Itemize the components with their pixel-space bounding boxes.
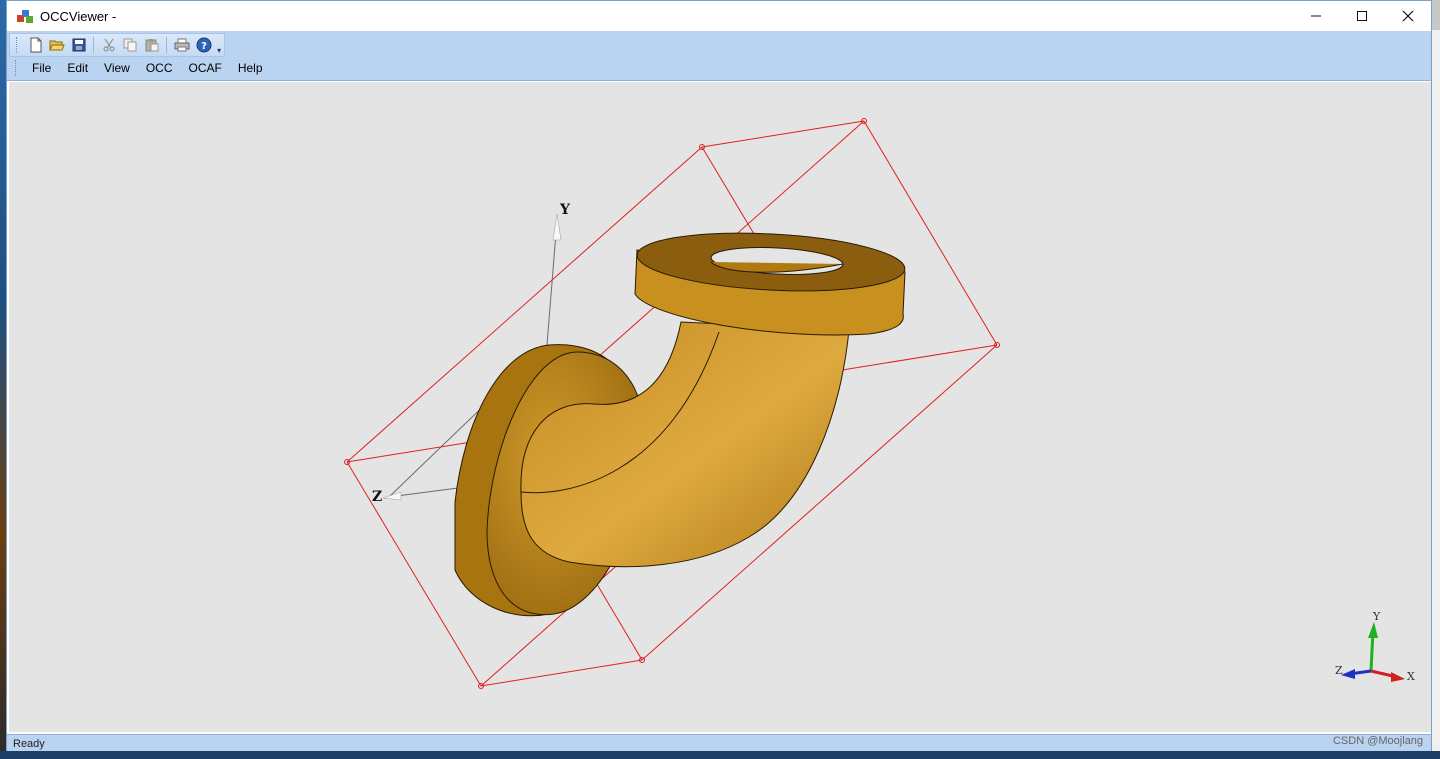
window-title: OCCViewer - <box>40 8 117 24</box>
paste-icon <box>145 39 159 52</box>
axis-y-label: Y <box>559 202 571 218</box>
menu-bar: File Edit View OCC OCAF Help <box>9 58 271 78</box>
toolbar-grip[interactable] <box>16 37 19 53</box>
3d-viewport[interactable]: Y Z X <box>9 82 1431 732</box>
toolbar-separator <box>93 37 95 53</box>
maximize-button[interactable] <box>1339 1 1385 31</box>
copy-button[interactable] <box>120 35 141 55</box>
triad-y-label: Y <box>1372 610 1381 623</box>
print-button[interactable] <box>171 35 192 55</box>
menu-file[interactable]: File <box>24 58 59 78</box>
paste-button[interactable] <box>141 35 162 55</box>
open-icon <box>49 40 65 51</box>
toolbar-separator <box>166 37 168 53</box>
menu-help[interactable]: Help <box>230 58 271 78</box>
svg-text:?: ? <box>201 41 207 52</box>
triad-z-label: Z <box>1335 664 1343 677</box>
copy-icon <box>123 38 137 52</box>
triad-x-label: X <box>1407 670 1415 683</box>
menu-occ[interactable]: OCC <box>138 58 181 78</box>
watermark-text: CSDN @Moojlang <box>1332 735 1423 747</box>
maximize-icon <box>1357 11 1367 21</box>
status-text: Ready <box>13 737 45 750</box>
title-bar[interactable]: OCCViewer - <box>7 1 1431 31</box>
print-icon <box>174 38 190 52</box>
close-button[interactable] <box>1385 1 1431 31</box>
new-icon <box>30 37 42 53</box>
menu-view[interactable]: View <box>96 58 138 78</box>
toolbar-overflow-icon[interactable]: ▾ <box>214 35 224 55</box>
scene-canvas: Y Z X <box>344 118 1415 689</box>
new-button[interactable] <box>25 35 46 55</box>
view-triad: Y X Z <box>1335 610 1415 683</box>
taskbar-edge <box>0 751 1440 759</box>
app-icon <box>16 7 34 25</box>
menu-edit[interactable]: Edit <box>59 58 96 78</box>
close-icon <box>1402 10 1414 22</box>
save-icon <box>72 38 85 52</box>
cut-icon <box>103 38 115 52</box>
menu-ocaf[interactable]: OCAF <box>181 58 230 78</box>
axis-z-label: Z <box>372 489 382 505</box>
save-button[interactable] <box>68 35 89 55</box>
toolbar-area: ? ▾ File Edit View OCC OCAF Help <box>7 31 1431 81</box>
status-bar: Ready <box>7 734 1431 752</box>
open-button[interactable] <box>46 35 67 55</box>
standard-toolbar: ? ▾ <box>9 33 225 57</box>
app-window: OCCViewer - ? ▾ File Edit View OCC OCAF … <box>6 0 1432 759</box>
help-button[interactable]: ? <box>193 35 214 55</box>
minimize-icon <box>1311 15 1321 17</box>
help-icon: ? <box>196 37 212 53</box>
pipe-elbow-model[interactable] <box>454 227 906 617</box>
minimize-button[interactable] <box>1293 1 1339 31</box>
window-controls <box>1293 1 1431 31</box>
cut-button[interactable] <box>98 35 119 55</box>
menubar-grip[interactable] <box>15 60 18 76</box>
